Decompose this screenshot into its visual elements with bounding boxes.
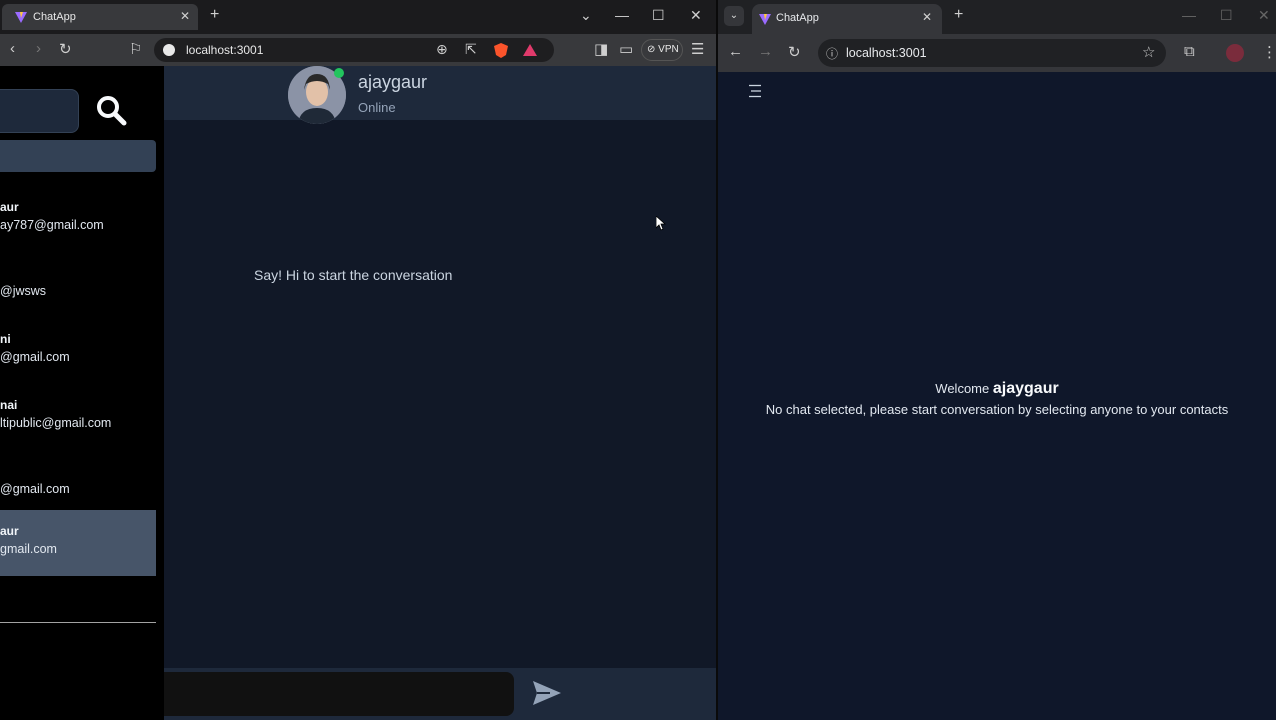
contact-name: nai [0,398,18,412]
left-tab-title: ChatApp [33,11,76,23]
sidebar-highlight-bar [0,140,156,172]
left-tab-list-icon[interactable]: ⌄ [580,7,592,24]
left-forward-icon[interactable]: › [36,40,41,57]
contact-email: @gmail.com [0,350,70,364]
right-toolbar: ← → ↻ ⓘ localhost:3001 ☆ ⧉ ⋮ [718,34,1276,72]
right-minimize-icon[interactable]: — [1182,7,1196,23]
left-wallet-icon[interactable]: ▭ [619,40,633,58]
contact-name: aur [0,524,19,538]
right-url-text: localhost:3001 [846,46,927,60]
contact-email: @gmail.com [0,482,70,496]
right-tab-search-icon[interactable]: ⌄ [724,6,744,26]
brave-rewards-icon[interactable] [523,44,537,56]
contacts-sidebar: aur ay787@gmail.com @jwsws ni @gmail.com… [0,66,164,720]
left-url-text: localhost:3001 [186,43,264,57]
left-new-tab-icon[interactable]: + [210,6,219,24]
left-close-window-icon[interactable]: ✕ [690,7,702,24]
vpn-button[interactable]: ⊘ VPN [641,39,683,61]
left-back-icon[interactable]: ‹ [10,40,15,57]
right-back-icon[interactable]: ← [728,43,743,60]
right-menu-icon[interactable]: ⋮ [1262,43,1276,61]
send-icon[interactable] [532,680,562,706]
vite-logo-icon [759,14,771,25]
right-forward-icon[interactable]: → [758,43,773,60]
contact-email: ay787@gmail.com [0,218,104,232]
right-tab-strip: ⌄ ChatApp ✕ + — ☐ ✕ [718,0,1276,34]
message-input[interactable] [164,672,514,716]
left-browser-window: ChatApp ✕ + ⌄ — ☐ ✕ ‹ › ↻ ⚐ localhost:30… [0,0,716,720]
left-toolbar: ‹ › ↻ ⚐ localhost:3001 ⊕ ⇱ ◨ ▭ ⊘ VPN ☰ [0,34,716,66]
welcome-prefix: Welcome [935,381,990,396]
left-share-icon[interactable]: ⇱ [465,41,477,58]
right-star-icon[interactable]: ☆ [1142,43,1155,61]
chat-header: ajaygaur Online [164,66,716,124]
online-indicator [334,68,344,78]
contact-email: ltipublic@gmail.com [0,416,112,430]
contact-email: gmail.com [0,542,57,556]
brave-shield-icon[interactable] [494,43,508,58]
left-address-bar[interactable]: localhost:3001 ⊕ ⇱ [154,38,554,62]
contact-email: @jwsws [0,284,47,298]
sidebar-divider [0,622,156,623]
left-tab-chatapp[interactable]: ChatApp ✕ [2,4,198,30]
left-bookmark-icon[interactable]: ⚐ [129,40,142,58]
right-site-info-icon[interactable]: ⓘ [826,45,838,62]
profile-avatar[interactable] [1226,44,1244,62]
left-tab-close-icon[interactable]: ✕ [180,9,190,23]
right-tab-close-icon[interactable]: ✕ [922,10,932,24]
contact-name: ni [0,332,11,346]
right-tab-title: ChatApp [776,12,819,24]
mouse-cursor-icon [656,216,666,231]
left-sidebar-toggle-icon[interactable]: ◨ [594,40,608,58]
right-browser-window: ⌄ ChatApp ✕ + — ☐ ✕ ← → ↻ ⓘ localhost:30… [718,0,1276,720]
welcome-username: ajaygaur [992,380,1059,397]
vite-logo-icon [15,12,27,23]
message-composer [164,668,716,720]
left-tab-strip: ChatApp ✕ + ⌄ — ☐ ✕ [0,0,716,34]
right-tab-chatapp[interactable]: ChatApp ✕ [752,4,942,34]
right-address-bar[interactable]: ⓘ localhost:3001 ☆ [818,39,1166,67]
contact-item[interactable]: nai ltipublic@gmail.com [0,392,156,458]
contact-name: aur [0,200,19,214]
right-new-tab-icon[interactable]: + [954,6,963,24]
search-icon[interactable] [95,94,127,126]
left-minimize-icon[interactable]: — [615,7,629,23]
left-reload-icon[interactable]: ↻ [59,40,72,58]
contact-item[interactable]: ni @gmail.com [0,326,156,392]
contact-item[interactable]: aur ay787@gmail.com [0,194,156,260]
contact-item-selected[interactable]: aur gmail.com [0,510,156,576]
right-maximize-icon[interactable]: ☐ [1220,7,1233,24]
chat-panel: ajaygaur Online Say! Hi to start the con… [164,66,716,720]
vpn-label: VPN [658,44,679,55]
no-chat-selected-text: No chat selected, please start conversat… [765,402,1229,417]
chat-contact-status: Online [358,100,396,115]
contact-item[interactable]: @jwsws [0,260,156,326]
right-close-window-icon[interactable]: ✕ [1258,7,1270,24]
search-input[interactable] [0,89,79,133]
left-zoom-icon[interactable]: ⊕ [436,41,448,58]
chat-contact-name: ajaygaur [358,72,428,92]
extensions-icon[interactable]: ⧉ [1184,43,1195,60]
welcome-text: Welcome ajaygaur [718,380,1276,398]
right-reload-icon[interactable]: ↻ [788,43,801,61]
empty-conversation-text: Say! Hi to start the conversation [254,267,453,283]
left-menu-icon[interactable]: ☰ [691,40,704,58]
hamburger-menu-icon[interactable] [748,84,762,98]
left-maximize-icon[interactable]: ☐ [652,7,665,24]
left-site-info-icon[interactable] [163,44,175,56]
